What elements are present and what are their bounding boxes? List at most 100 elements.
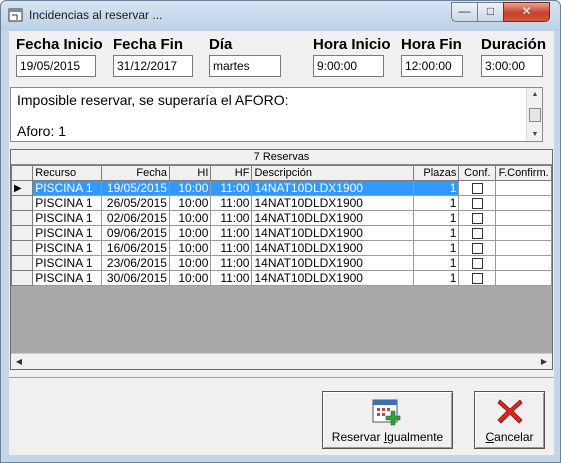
cell-fecha[interactable]: 30/06/2015 <box>101 270 170 286</box>
cell-descripcion[interactable]: 14NAT10DLDX1900 <box>251 195 414 211</box>
scroll-left-arrow-icon[interactable]: ◀ <box>11 354 27 370</box>
conf-checkbox[interactable] <box>471 182 483 194</box>
conf-checkbox[interactable] <box>471 227 483 239</box>
cell-recurso[interactable]: PISCINA 1 <box>32 270 103 286</box>
maximize-button[interactable]: □ <box>477 2 504 22</box>
cell-recurso[interactable]: PISCINA 1 <box>32 210 103 226</box>
conf-checkbox[interactable] <box>471 197 483 209</box>
cell-hf[interactable]: 11:00 <box>210 210 253 226</box>
cell-plazas[interactable]: 1 <box>412 180 460 196</box>
column-header-plazas[interactable]: Plazas <box>412 165 460 181</box>
cell-fecha[interactable]: 09/06/2015 <box>101 225 170 241</box>
column-header-conf[interactable]: Conf. <box>458 165 497 181</box>
duracion-field[interactable]: 3:00:00 <box>481 55 543 77</box>
cell-hi[interactable]: 10:00 <box>168 180 212 196</box>
close-button[interactable]: ✕ <box>503 2 550 22</box>
row-indicator[interactable] <box>10 255 34 271</box>
scroll-up-arrow-icon[interactable]: ▲ <box>527 88 543 101</box>
row-indicator[interactable]: ▶ <box>10 180 34 196</box>
conf-checkbox[interactable] <box>471 212 483 224</box>
table-row[interactable]: ▶ PISCINA 1 19/05/2015 10:00 11:00 14NAT10DLD… <box>10 180 552 196</box>
cell-plazas[interactable]: 1 <box>412 210 460 226</box>
cell-recurso[interactable]: PISCINA 1 <box>32 180 103 196</box>
table-row[interactable]: PISCINA 1 26/05/2015 10:00 11:00 14NAT10DLDX… <box>10 195 552 211</box>
column-header-descripcion[interactable]: Descripción <box>251 165 414 181</box>
conf-checkbox[interactable] <box>471 242 483 254</box>
table-row[interactable]: PISCINA 1 02/06/2015 10:00 11:00 14NAT10DLDX… <box>10 210 552 226</box>
scroll-right-arrow-icon[interactable]: ▶ <box>536 354 552 370</box>
cell-hi[interactable]: 10:00 <box>168 255 212 271</box>
cell-fecha[interactable]: 19/05/2015 <box>101 180 170 196</box>
cell-descripcion[interactable]: 14NAT10DLDX1900 <box>251 255 414 271</box>
cell-recurso[interactable]: PISCINA 1 <box>32 195 103 211</box>
cell-fconfirm[interactable] <box>495 240 552 256</box>
cell-hf[interactable]: 11:00 <box>210 255 253 271</box>
column-header-fconfirm[interactable]: F.Confirm. <box>495 165 552 181</box>
fecha-inicio-field[interactable]: 19/05/2015 <box>16 55 96 77</box>
cancelar-button[interactable]: Cancelar <box>474 391 545 449</box>
row-indicator[interactable] <box>10 240 34 256</box>
cell-hi[interactable]: 10:00 <box>168 240 212 256</box>
cell-descripcion[interactable]: 14NAT10DLDX1900 <box>251 225 414 241</box>
cell-hf[interactable]: 11:00 <box>210 240 253 256</box>
cell-recurso[interactable]: PISCINA 1 <box>32 255 103 271</box>
cell-fconfirm[interactable] <box>495 270 552 286</box>
message-box[interactable]: Imposible reservar, se superaría el AFOR… <box>10 87 543 142</box>
scroll-down-arrow-icon[interactable]: ▼ <box>527 128 543 141</box>
cell-fecha[interactable]: 02/06/2015 <box>101 210 170 226</box>
table-row[interactable]: PISCINA 1 23/06/2015 10:00 11:00 14NAT10DLDX… <box>10 255 552 271</box>
cell-descripcion[interactable]: 14NAT10DLDX1900 <box>251 270 414 286</box>
fecha-fin-field[interactable]: 31/12/2017 <box>113 55 193 77</box>
cell-plazas[interactable]: 1 <box>412 225 460 241</box>
reservar-igualmente-button[interactable]: Reservar Igualmente <box>322 391 453 449</box>
minimize-button[interactable]: — <box>451 2 478 22</box>
cell-fconfirm[interactable] <box>495 255 552 271</box>
cell-plazas[interactable]: 1 <box>412 195 460 211</box>
column-header-hi[interactable]: HI <box>168 165 212 181</box>
hora-inicio-field[interactable]: 9:00:00 <box>313 55 384 77</box>
table-row[interactable]: PISCINA 1 09/06/2015 10:00 11:00 14NAT10DLDX… <box>10 225 552 241</box>
cell-recurso[interactable]: PISCINA 1 <box>32 240 103 256</box>
cell-hi[interactable]: 10:00 <box>168 270 212 286</box>
cell-hi[interactable]: 10:00 <box>168 225 212 241</box>
scroll-thumb[interactable] <box>529 108 541 122</box>
title-bar[interactable]: Incidencias al reservar ... — □ ✕ <box>1 1 560 31</box>
cell-descripcion[interactable]: 14NAT10DLDX1900 <box>251 210 414 226</box>
cell-hf[interactable]: 11:00 <box>210 270 253 286</box>
hora-fin-field[interactable]: 12:00:00 <box>401 55 463 77</box>
column-header-recurso[interactable]: Recurso <box>32 165 103 181</box>
cell-descripcion[interactable]: 14NAT10DLDX1900 <box>251 180 414 196</box>
conf-checkbox[interactable] <box>471 272 483 284</box>
reservations-grid[interactable]: 7 Reservas Recurso Fecha HI HF Descripci… <box>10 149 553 370</box>
grid-horizontal-scrollbar[interactable]: ◀ ▶ <box>11 353 552 369</box>
table-row[interactable]: PISCINA 1 30/06/2015 10:00 11:00 14NAT10DLDX… <box>10 270 552 286</box>
row-indicator[interactable] <box>10 225 34 241</box>
cell-hi[interactable]: 10:00 <box>168 210 212 226</box>
cell-descripcion[interactable]: 14NAT10DLDX1900 <box>251 240 414 256</box>
column-header-hf[interactable]: HF <box>210 165 253 181</box>
table-row[interactable]: PISCINA 1 16/06/2015 10:00 11:00 14NAT10DLDX… <box>10 240 552 256</box>
cell-hf[interactable]: 11:00 <box>210 195 253 211</box>
cell-recurso[interactable]: PISCINA 1 <box>32 225 103 241</box>
dia-field[interactable]: martes <box>209 55 281 77</box>
cell-fconfirm[interactable] <box>495 195 552 211</box>
cell-hi[interactable]: 10:00 <box>168 195 212 211</box>
cell-fconfirm[interactable] <box>495 210 552 226</box>
cell-plazas[interactable]: 1 <box>412 240 460 256</box>
message-scrollbar[interactable]: ▲ ▼ <box>526 88 542 141</box>
cell-fecha[interactable]: 16/06/2015 <box>101 240 170 256</box>
cell-fecha[interactable]: 26/05/2015 <box>101 195 170 211</box>
cell-fconfirm[interactable] <box>495 225 552 241</box>
column-header-fecha[interactable]: Fecha <box>101 165 170 181</box>
row-indicator[interactable] <box>10 210 34 226</box>
cell-fconfirm[interactable] <box>495 180 552 196</box>
cell-hf[interactable]: 11:00 <box>210 225 253 241</box>
cell-fecha[interactable]: 23/06/2015 <box>101 255 170 271</box>
conf-checkbox[interactable] <box>471 257 483 269</box>
cell-plazas[interactable]: 1 <box>412 270 460 286</box>
cell-hf-text: 11:00 <box>220 255 250 270</box>
row-indicator[interactable] <box>10 270 34 286</box>
row-indicator[interactable] <box>10 195 34 211</box>
cell-plazas[interactable]: 1 <box>412 255 460 271</box>
cell-hf[interactable]: 11:00 <box>210 180 253 196</box>
